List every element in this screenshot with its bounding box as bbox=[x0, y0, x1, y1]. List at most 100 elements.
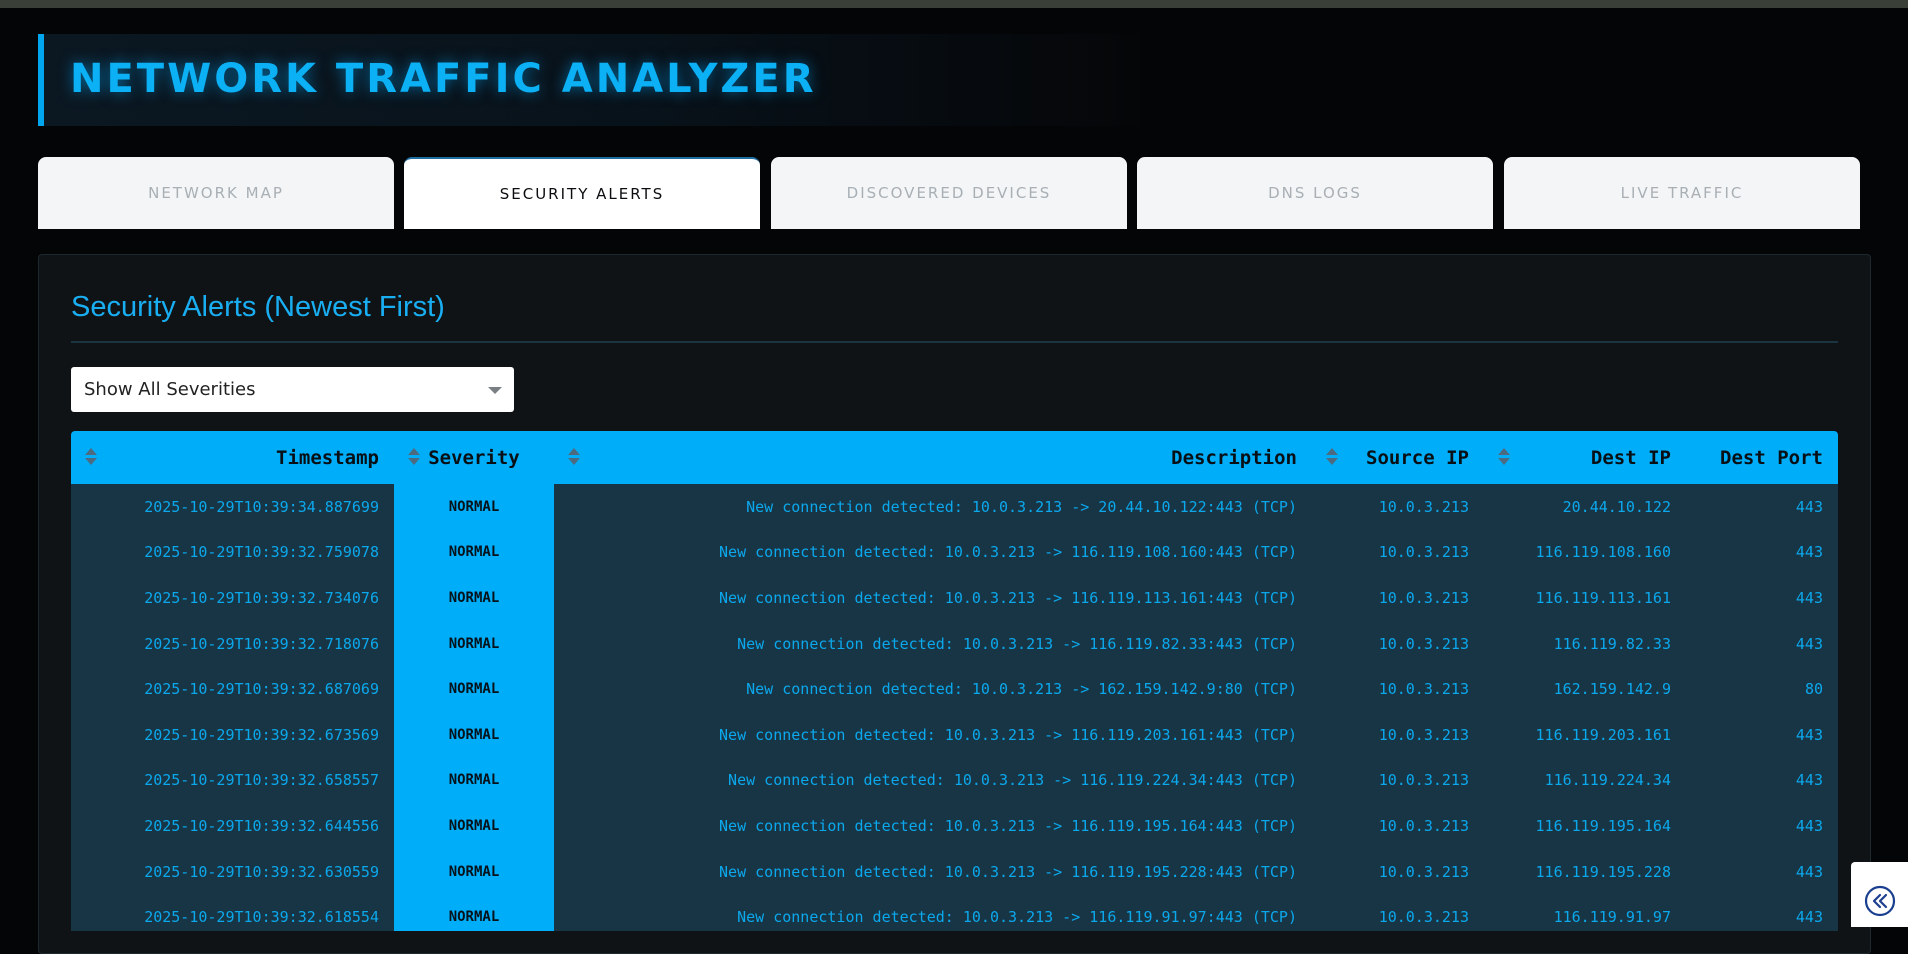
column-header-timestamp[interactable]: Timestamp bbox=[71, 431, 394, 484]
cell-description: New connection detected: 10.0.3.213 -> 1… bbox=[554, 848, 1312, 895]
table-row[interactable]: 2025-10-29T10:39:32.630559 NORMAL New co… bbox=[71, 848, 1838, 895]
cell-timestamp: 2025-10-29T10:39:32.687069 bbox=[71, 666, 394, 712]
column-label: Severity bbox=[428, 446, 520, 469]
cell-timestamp: 2025-10-29T10:39:32.734076 bbox=[71, 575, 394, 621]
tab-security-alerts[interactable]: SECURITY ALERTS bbox=[404, 157, 760, 229]
column-label: Dest Port bbox=[1720, 446, 1823, 469]
title-banner: NETWORK TRAFFIC ANALYZER bbox=[38, 34, 1140, 126]
tab-dns-logs[interactable]: DNS LOGS bbox=[1137, 157, 1493, 229]
cell-source-ip: 10.0.3.213 bbox=[1312, 848, 1484, 895]
table-row[interactable]: 2025-10-29T10:39:32.718076 NORMAL New co… bbox=[71, 620, 1838, 667]
cell-dest-ip: 116.119.195.228 bbox=[1484, 848, 1686, 895]
cell-severity: NORMAL bbox=[394, 757, 554, 804]
cell-severity: NORMAL bbox=[394, 575, 554, 621]
cell-description: New connection detected: 10.0.3.213 -> 1… bbox=[554, 803, 1312, 849]
column-label: Source IP bbox=[1366, 446, 1469, 469]
cell-dest-ip: 116.119.195.164 bbox=[1484, 803, 1686, 849]
cell-dest-port: 443 bbox=[1686, 803, 1838, 849]
cell-source-ip: 10.0.3.213 bbox=[1312, 620, 1484, 667]
cell-severity: NORMAL bbox=[394, 666, 554, 712]
cell-dest-port: 443 bbox=[1686, 529, 1838, 576]
tab-discovered-devices[interactable]: DISCOVERED DEVICES bbox=[771, 157, 1127, 229]
cell-dest-port: 443 bbox=[1686, 757, 1838, 804]
cell-timestamp: 2025-10-29T10:39:34.887699 bbox=[71, 484, 394, 530]
cell-dest-port: 443 bbox=[1686, 894, 1838, 931]
cell-severity: NORMAL bbox=[394, 894, 554, 931]
cell-dest-port: 443 bbox=[1686, 575, 1838, 621]
cell-description: New connection detected: 10.0.3.213 -> 1… bbox=[554, 757, 1312, 804]
cell-severity: NORMAL bbox=[394, 484, 554, 530]
cell-source-ip: 10.0.3.213 bbox=[1312, 757, 1484, 804]
cell-source-ip: 10.0.3.213 bbox=[1312, 894, 1484, 931]
cell-source-ip: 10.0.3.213 bbox=[1312, 575, 1484, 621]
cell-dest-ip: 116.119.224.34 bbox=[1484, 757, 1686, 804]
cell-timestamp: 2025-10-29T10:39:32.630559 bbox=[71, 848, 394, 895]
cell-timestamp: 2025-10-29T10:39:32.759078 bbox=[71, 529, 394, 576]
sort-icon[interactable] bbox=[85, 448, 97, 466]
cell-dest-ip: 116.119.203.161 bbox=[1484, 711, 1686, 758]
cell-timestamp: 2025-10-29T10:39:32.658557 bbox=[71, 757, 394, 804]
cell-dest-ip: 116.119.82.33 bbox=[1484, 620, 1686, 667]
table-row[interactable]: 2025-10-29T10:39:32.687069 NORMAL New co… bbox=[71, 666, 1838, 712]
table-header-row: Timestamp Severity Description Source IP bbox=[71, 431, 1838, 484]
cell-description: New connection detected: 10.0.3.213 -> 1… bbox=[554, 666, 1312, 712]
table-row[interactable]: 2025-10-29T10:39:32.618554 NORMAL New co… bbox=[71, 894, 1838, 931]
cell-source-ip: 10.0.3.213 bbox=[1312, 803, 1484, 849]
cell-description: New connection detected: 10.0.3.213 -> 1… bbox=[554, 894, 1312, 931]
column-header-dest-port[interactable]: Dest Port bbox=[1686, 431, 1838, 484]
table-row[interactable]: 2025-10-29T10:39:32.658557 NORMAL New co… bbox=[71, 757, 1838, 804]
sort-icon[interactable] bbox=[408, 448, 420, 466]
dropdown-caret-icon bbox=[488, 387, 502, 394]
double-chevron-left-icon bbox=[1864, 885, 1896, 917]
cell-timestamp: 2025-10-29T10:39:32.718076 bbox=[71, 620, 394, 667]
cell-dest-port: 443 bbox=[1686, 848, 1838, 895]
cell-dest-port: 443 bbox=[1686, 620, 1838, 667]
cell-source-ip: 10.0.3.213 bbox=[1312, 666, 1484, 712]
column-header-source-ip[interactable]: Source IP bbox=[1312, 431, 1484, 484]
section-title: Security Alerts (Newest First) bbox=[71, 291, 445, 323]
cell-description: New connection detected: 10.0.3.213 -> 2… bbox=[554, 484, 1312, 530]
column-label: Description bbox=[1171, 446, 1297, 469]
column-header-severity[interactable]: Severity bbox=[394, 431, 554, 484]
table-row[interactable]: 2025-10-29T10:39:32.759078 NORMAL New co… bbox=[71, 529, 1838, 576]
column-header-dest-ip[interactable]: Dest IP bbox=[1484, 431, 1686, 484]
sort-icon[interactable] bbox=[568, 448, 580, 466]
cell-severity: NORMAL bbox=[394, 803, 554, 849]
cell-dest-ip: 116.119.91.97 bbox=[1484, 894, 1686, 931]
alerts-table: Timestamp Severity Description Source IP bbox=[71, 431, 1838, 931]
column-header-description[interactable]: Description bbox=[554, 431, 1312, 484]
table-row[interactable]: 2025-10-29T10:39:32.734076 NORMAL New co… bbox=[71, 575, 1838, 621]
cell-dest-ip: 116.119.108.160 bbox=[1484, 529, 1686, 576]
section-divider bbox=[71, 341, 1838, 343]
cell-source-ip: 10.0.3.213 bbox=[1312, 711, 1484, 758]
cell-dest-port: 80 bbox=[1686, 666, 1838, 712]
app-title: NETWORK TRAFFIC ANALYZER bbox=[70, 56, 817, 102]
cell-timestamp: 2025-10-29T10:39:32.673569 bbox=[71, 711, 394, 758]
column-label: Dest IP bbox=[1590, 446, 1671, 469]
cell-severity: NORMAL bbox=[394, 620, 554, 667]
severity-filter-select[interactable]: Show All Severities bbox=[71, 367, 514, 412]
tab-bar: NETWORK MAP SECURITY ALERTS DISCOVERED D… bbox=[38, 157, 1867, 229]
sort-icon[interactable] bbox=[1326, 448, 1338, 466]
sort-icon[interactable] bbox=[1498, 448, 1510, 466]
collapse-panel-button[interactable] bbox=[1851, 862, 1908, 927]
severity-filter-value: Show All Severities bbox=[84, 379, 256, 400]
cell-description: New connection detected: 10.0.3.213 -> 1… bbox=[554, 575, 1312, 621]
tab-network-map[interactable]: NETWORK MAP bbox=[38, 157, 394, 229]
alerts-panel: Security Alerts (Newest First) Show All … bbox=[38, 254, 1871, 954]
table-row[interactable]: 2025-10-29T10:39:34.887699 NORMAL New co… bbox=[71, 484, 1838, 530]
tab-live-traffic[interactable]: LIVE TRAFFIC bbox=[1504, 157, 1860, 229]
table-row[interactable]: 2025-10-29T10:39:32.673569 NORMAL New co… bbox=[71, 711, 1838, 758]
cell-source-ip: 10.0.3.213 bbox=[1312, 484, 1484, 530]
top-strip bbox=[0, 0, 1908, 8]
cell-timestamp: 2025-10-29T10:39:32.618554 bbox=[71, 894, 394, 931]
cell-dest-ip: 20.44.10.122 bbox=[1484, 484, 1686, 530]
cell-dest-ip: 116.119.113.161 bbox=[1484, 575, 1686, 621]
cell-severity: NORMAL bbox=[394, 529, 554, 576]
cell-source-ip: 10.0.3.213 bbox=[1312, 529, 1484, 576]
table-row[interactable]: 2025-10-29T10:39:32.644556 NORMAL New co… bbox=[71, 803, 1838, 849]
column-label: Timestamp bbox=[276, 446, 379, 469]
cell-severity: NORMAL bbox=[394, 711, 554, 758]
cell-dest-port: 443 bbox=[1686, 711, 1838, 758]
cell-dest-port: 443 bbox=[1686, 484, 1838, 530]
